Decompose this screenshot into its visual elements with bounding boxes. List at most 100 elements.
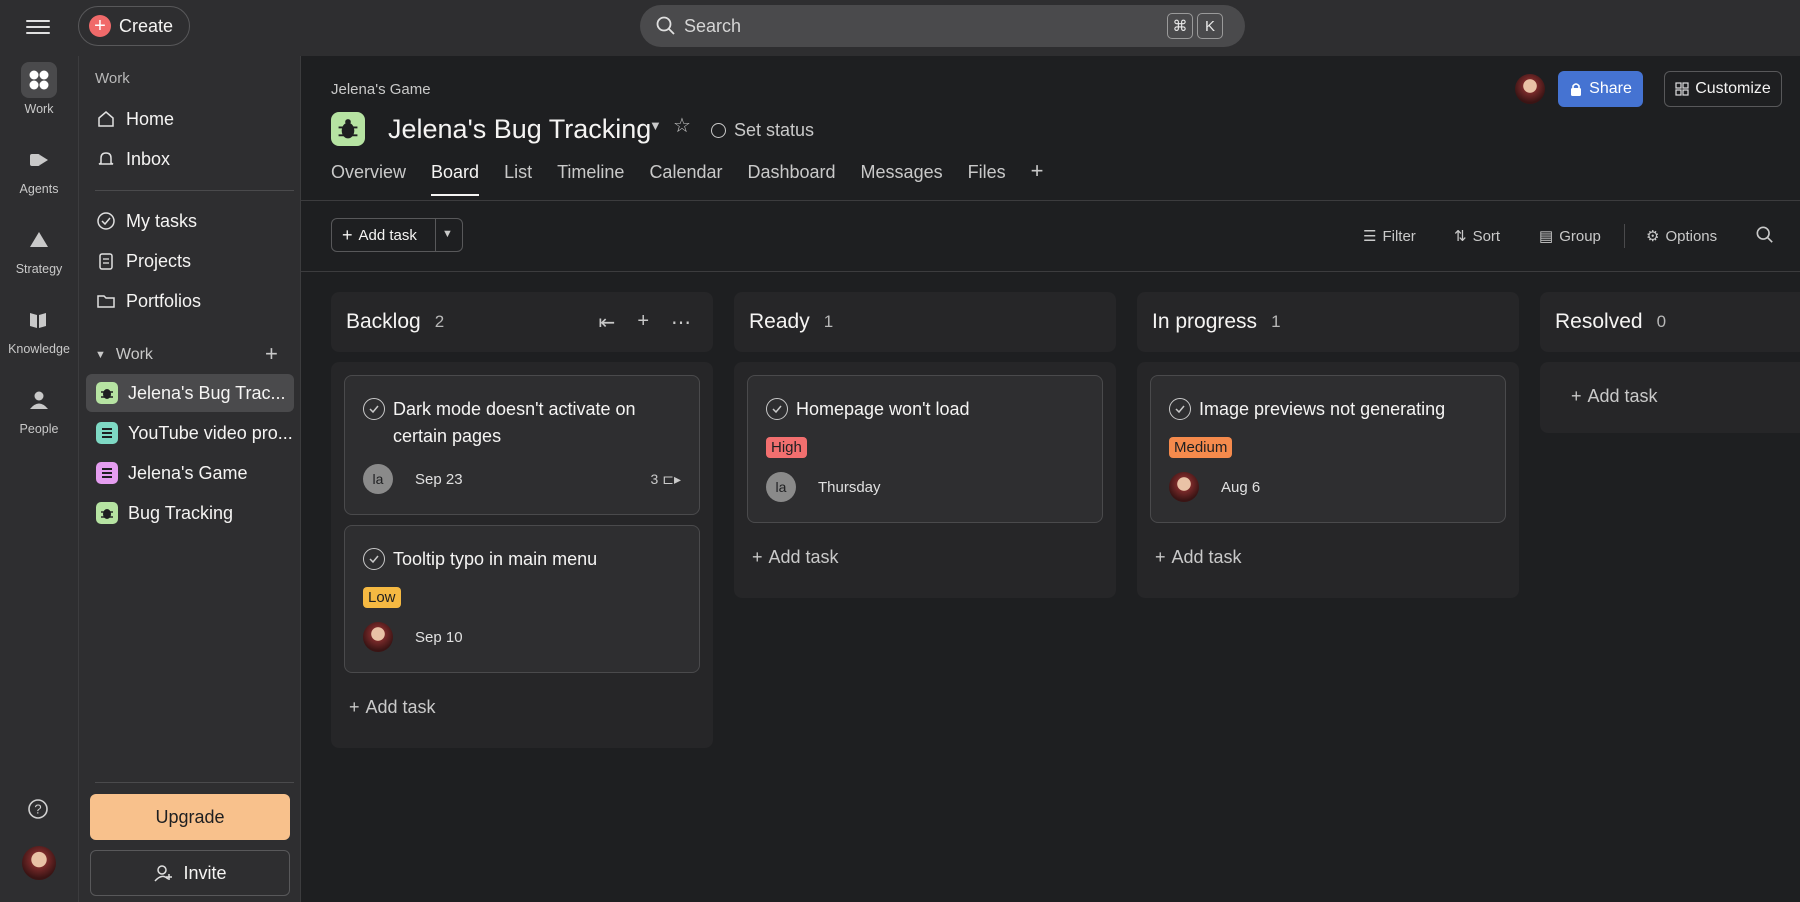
nav-rail: Work Agents Strategy Knowledge People ? (0, 56, 78, 902)
member-avatar[interactable] (1515, 74, 1545, 104)
rail-item-strategy[interactable]: Strategy (0, 222, 78, 276)
tab-overview[interactable]: Overview (331, 162, 406, 196)
menu-icon[interactable] (26, 16, 50, 38)
sort-button[interactable]: ⇅ Sort (1454, 227, 1500, 246)
more-icon[interactable]: ⋯ (671, 310, 691, 335)
add-person-icon (154, 865, 173, 882)
group-icon: ▤ (1539, 228, 1554, 245)
column-title[interactable]: Ready (749, 310, 810, 334)
sidebar-item-projects[interactable]: Projects (86, 242, 294, 280)
subtasks-toggle[interactable]: 3 ⊏▸ (650, 471, 681, 488)
sidebar-item-label: Jelena's Bug Trac... (128, 382, 286, 403)
task-card[interactable]: Image previews not generating Medium Aug… (1150, 375, 1506, 523)
tab-board[interactable]: Board (431, 162, 480, 196)
divider (1624, 224, 1625, 248)
work-section-toggle[interactable]: ▼ Work (95, 346, 153, 364)
check-icon[interactable] (363, 398, 385, 420)
column-header: Ready 1 (734, 292, 1116, 352)
add-task-row[interactable]: + Add task (747, 533, 1103, 598)
filter-button[interactable]: ☰ Filter (1363, 227, 1416, 246)
group-button[interactable]: ▤ Group (1539, 227, 1601, 246)
assignee-avatar[interactable] (363, 622, 393, 652)
column-header: Backlog 2 ⇤ + ⋯ (331, 292, 713, 352)
due-date[interactable]: Sep 10 (415, 629, 463, 646)
grid-icon (1675, 82, 1689, 96)
search-input[interactable]: Search ⌘ K (640, 5, 1245, 47)
priority-tag[interactable]: Low (363, 587, 401, 608)
customize-button[interactable]: Customize (1664, 71, 1782, 107)
due-date[interactable]: Sep 23 (415, 471, 463, 488)
tab-dashboard[interactable]: Dashboard (747, 162, 835, 196)
priority-tag[interactable]: Medium (1169, 437, 1233, 458)
help-icon[interactable]: ? (27, 798, 49, 825)
add-tab-icon[interactable]: + (1031, 160, 1044, 196)
check-icon[interactable] (766, 398, 788, 420)
rail-item-people[interactable]: People (0, 382, 78, 436)
sidebar-item-inbox[interactable]: Inbox (86, 140, 294, 178)
tab-files[interactable]: Files (968, 162, 1006, 196)
sidebar-item-home[interactable]: Home (86, 100, 294, 138)
add-task-row[interactable]: + Add task (1150, 533, 1506, 598)
due-date[interactable]: Aug 6 (1221, 479, 1260, 496)
tab-messages[interactable]: Messages (861, 162, 943, 196)
share-button[interactable]: Share (1558, 71, 1643, 107)
task-title: Dark mode doesn't activate on certain pa… (393, 399, 636, 446)
bug-icon[interactable] (331, 112, 365, 146)
check-icon[interactable] (363, 548, 385, 570)
search-icon[interactable] (1756, 226, 1774, 249)
chevron-down-icon[interactable]: ▼ (442, 228, 453, 240)
sidebar-item-portfolios[interactable]: Portfolios (86, 282, 294, 320)
due-date[interactable]: Thursday (818, 479, 881, 496)
strategy-icon (21, 222, 57, 258)
subtask-count: 3 (650, 471, 659, 487)
star-icon[interactable]: ☆ (673, 113, 691, 138)
rail-label: Work (24, 102, 54, 116)
assignee-avatar[interactable] (1169, 472, 1199, 502)
divider (301, 200, 1800, 201)
assignee-avatar[interactable]: la (363, 464, 393, 494)
add-task-row[interactable]: + Add task (1553, 362, 1787, 433)
page-title[interactable]: Jelena's Bug Tracking (388, 112, 651, 146)
column-title[interactable]: Resolved (1555, 310, 1643, 334)
assignee-avatar[interactable]: la (766, 472, 796, 502)
rail-item-knowledge[interactable]: Knowledge (0, 302, 78, 356)
sidebar-item-project[interactable]: YouTube video pro... (86, 414, 294, 452)
user-avatar[interactable] (22, 846, 56, 880)
add-project-icon[interactable]: + (265, 341, 278, 367)
invite-button[interactable]: Invite (90, 850, 290, 896)
add-task-label: Add task (1171, 547, 1242, 567)
tab-timeline[interactable]: Timeline (557, 162, 624, 196)
sidebar-item-label: Jelena's Game (128, 462, 248, 483)
create-button[interactable]: + Create (78, 6, 190, 46)
add-task-row[interactable]: + Add task (344, 683, 700, 748)
sidebar-item-label: Projects (126, 250, 192, 271)
upgrade-button[interactable]: Upgrade (90, 794, 290, 840)
rail-item-work[interactable]: Work (0, 62, 78, 116)
rail-item-agents[interactable]: Agents (0, 142, 78, 196)
sidebar-item-project[interactable]: Jelena's Game (86, 454, 294, 492)
task-card[interactable]: Tooltip typo in main menu Low Sep 10 (344, 525, 700, 673)
collapse-icon[interactable]: ⇤ (599, 310, 616, 335)
task-card[interactable]: Dark mode doesn't activate on certain pa… (344, 375, 700, 515)
breadcrumb[interactable]: Jelena's Game (331, 81, 431, 98)
options-button[interactable]: ⚙ Options (1646, 227, 1717, 246)
tab-calendar[interactable]: Calendar (649, 162, 722, 196)
add-task-button[interactable]: + Add task ▼ (331, 218, 463, 252)
filter-label: Filter (1382, 227, 1416, 245)
priority-tag[interactable]: High (766, 437, 807, 458)
sidebar-item-my-tasks[interactable]: My tasks (86, 202, 294, 240)
add-icon[interactable]: + (637, 310, 649, 335)
status-circle-icon (711, 123, 726, 138)
tab-list[interactable]: List (504, 162, 532, 196)
add-task-label: Add task (358, 226, 417, 244)
sidebar-item-project[interactable]: Bug Tracking (86, 494, 294, 532)
plus-icon: + (89, 15, 111, 37)
caret-down-icon: ▼ (95, 349, 106, 361)
sidebar-item-project[interactable]: Jelena's Bug Trac... (86, 374, 294, 412)
column-title[interactable]: Backlog (346, 310, 421, 334)
set-status-button[interactable]: Set status (711, 120, 814, 141)
chevron-down-icon[interactable]: ▼ (649, 118, 662, 133)
task-card[interactable]: Homepage won't load High la Thursday (747, 375, 1103, 523)
check-icon[interactable] (1169, 398, 1191, 420)
column-title[interactable]: In progress (1152, 310, 1257, 334)
